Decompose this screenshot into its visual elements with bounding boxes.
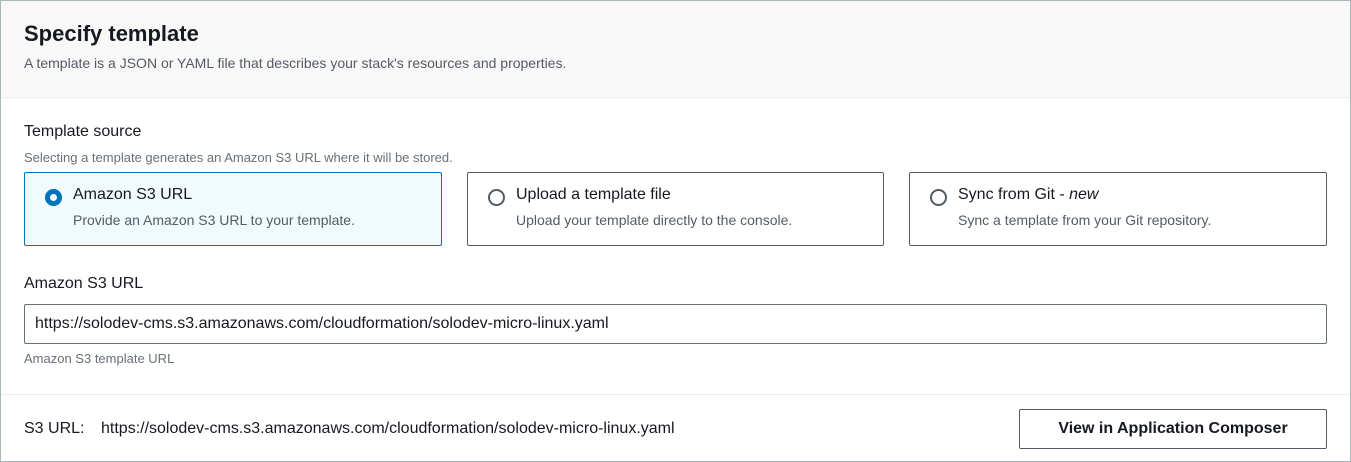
template-source-label: Template source — [24, 123, 142, 140]
tile-title: Upload a template file — [516, 186, 671, 203]
tile-title: Amazon S3 URL — [73, 186, 193, 203]
panel-title: Specify template — [24, 21, 199, 46]
s3-url-label: Amazon S3 URL — [24, 275, 144, 292]
radio-selected-icon[interactable] — [45, 189, 62, 206]
radio-unselected-icon[interactable] — [930, 189, 947, 206]
tile-amazon-s3-url[interactable]: Amazon S3 URL Provide an Amazon S3 URL t… — [24, 172, 442, 246]
tile-description: Provide an Amazon S3 URL to your templat… — [73, 212, 355, 228]
tile-description: Sync a template from your Git repository… — [958, 212, 1212, 228]
template-source-hint: Selecting a template generates an Amazon… — [24, 150, 453, 165]
panel-description: A template is a JSON or YAML file that d… — [24, 55, 567, 71]
s3-url-hint: Amazon S3 template URL — [24, 351, 175, 366]
tile-title-text: Sync from Git - — [958, 186, 1070, 203]
s3-url-readout-label: S3 URL: — [24, 420, 85, 437]
radio-unselected-icon[interactable] — [488, 189, 505, 206]
specify-template-panel: Specify template A template is a JSON or… — [0, 0, 1351, 462]
s3-url-input[interactable] — [24, 304, 1327, 344]
new-tag: new — [1069, 186, 1099, 203]
tile-title: Sync from Git - new — [958, 186, 1098, 204]
tile-description: Upload your template directly to the con… — [516, 212, 793, 228]
view-in-application-composer-button[interactable]: View in Application Composer — [1019, 409, 1327, 449]
panel-header: Specify template A template is a JSON or… — [1, 1, 1350, 98]
divider — [1, 394, 1350, 395]
tile-upload-template-file[interactable]: Upload a template file Upload your templ… — [467, 172, 884, 246]
s3-url-readout-value: https://solodev-cms.s3.amazonaws.com/clo… — [101, 420, 675, 437]
tile-sync-from-git[interactable]: Sync from Git - new Sync a template from… — [909, 172, 1327, 246]
